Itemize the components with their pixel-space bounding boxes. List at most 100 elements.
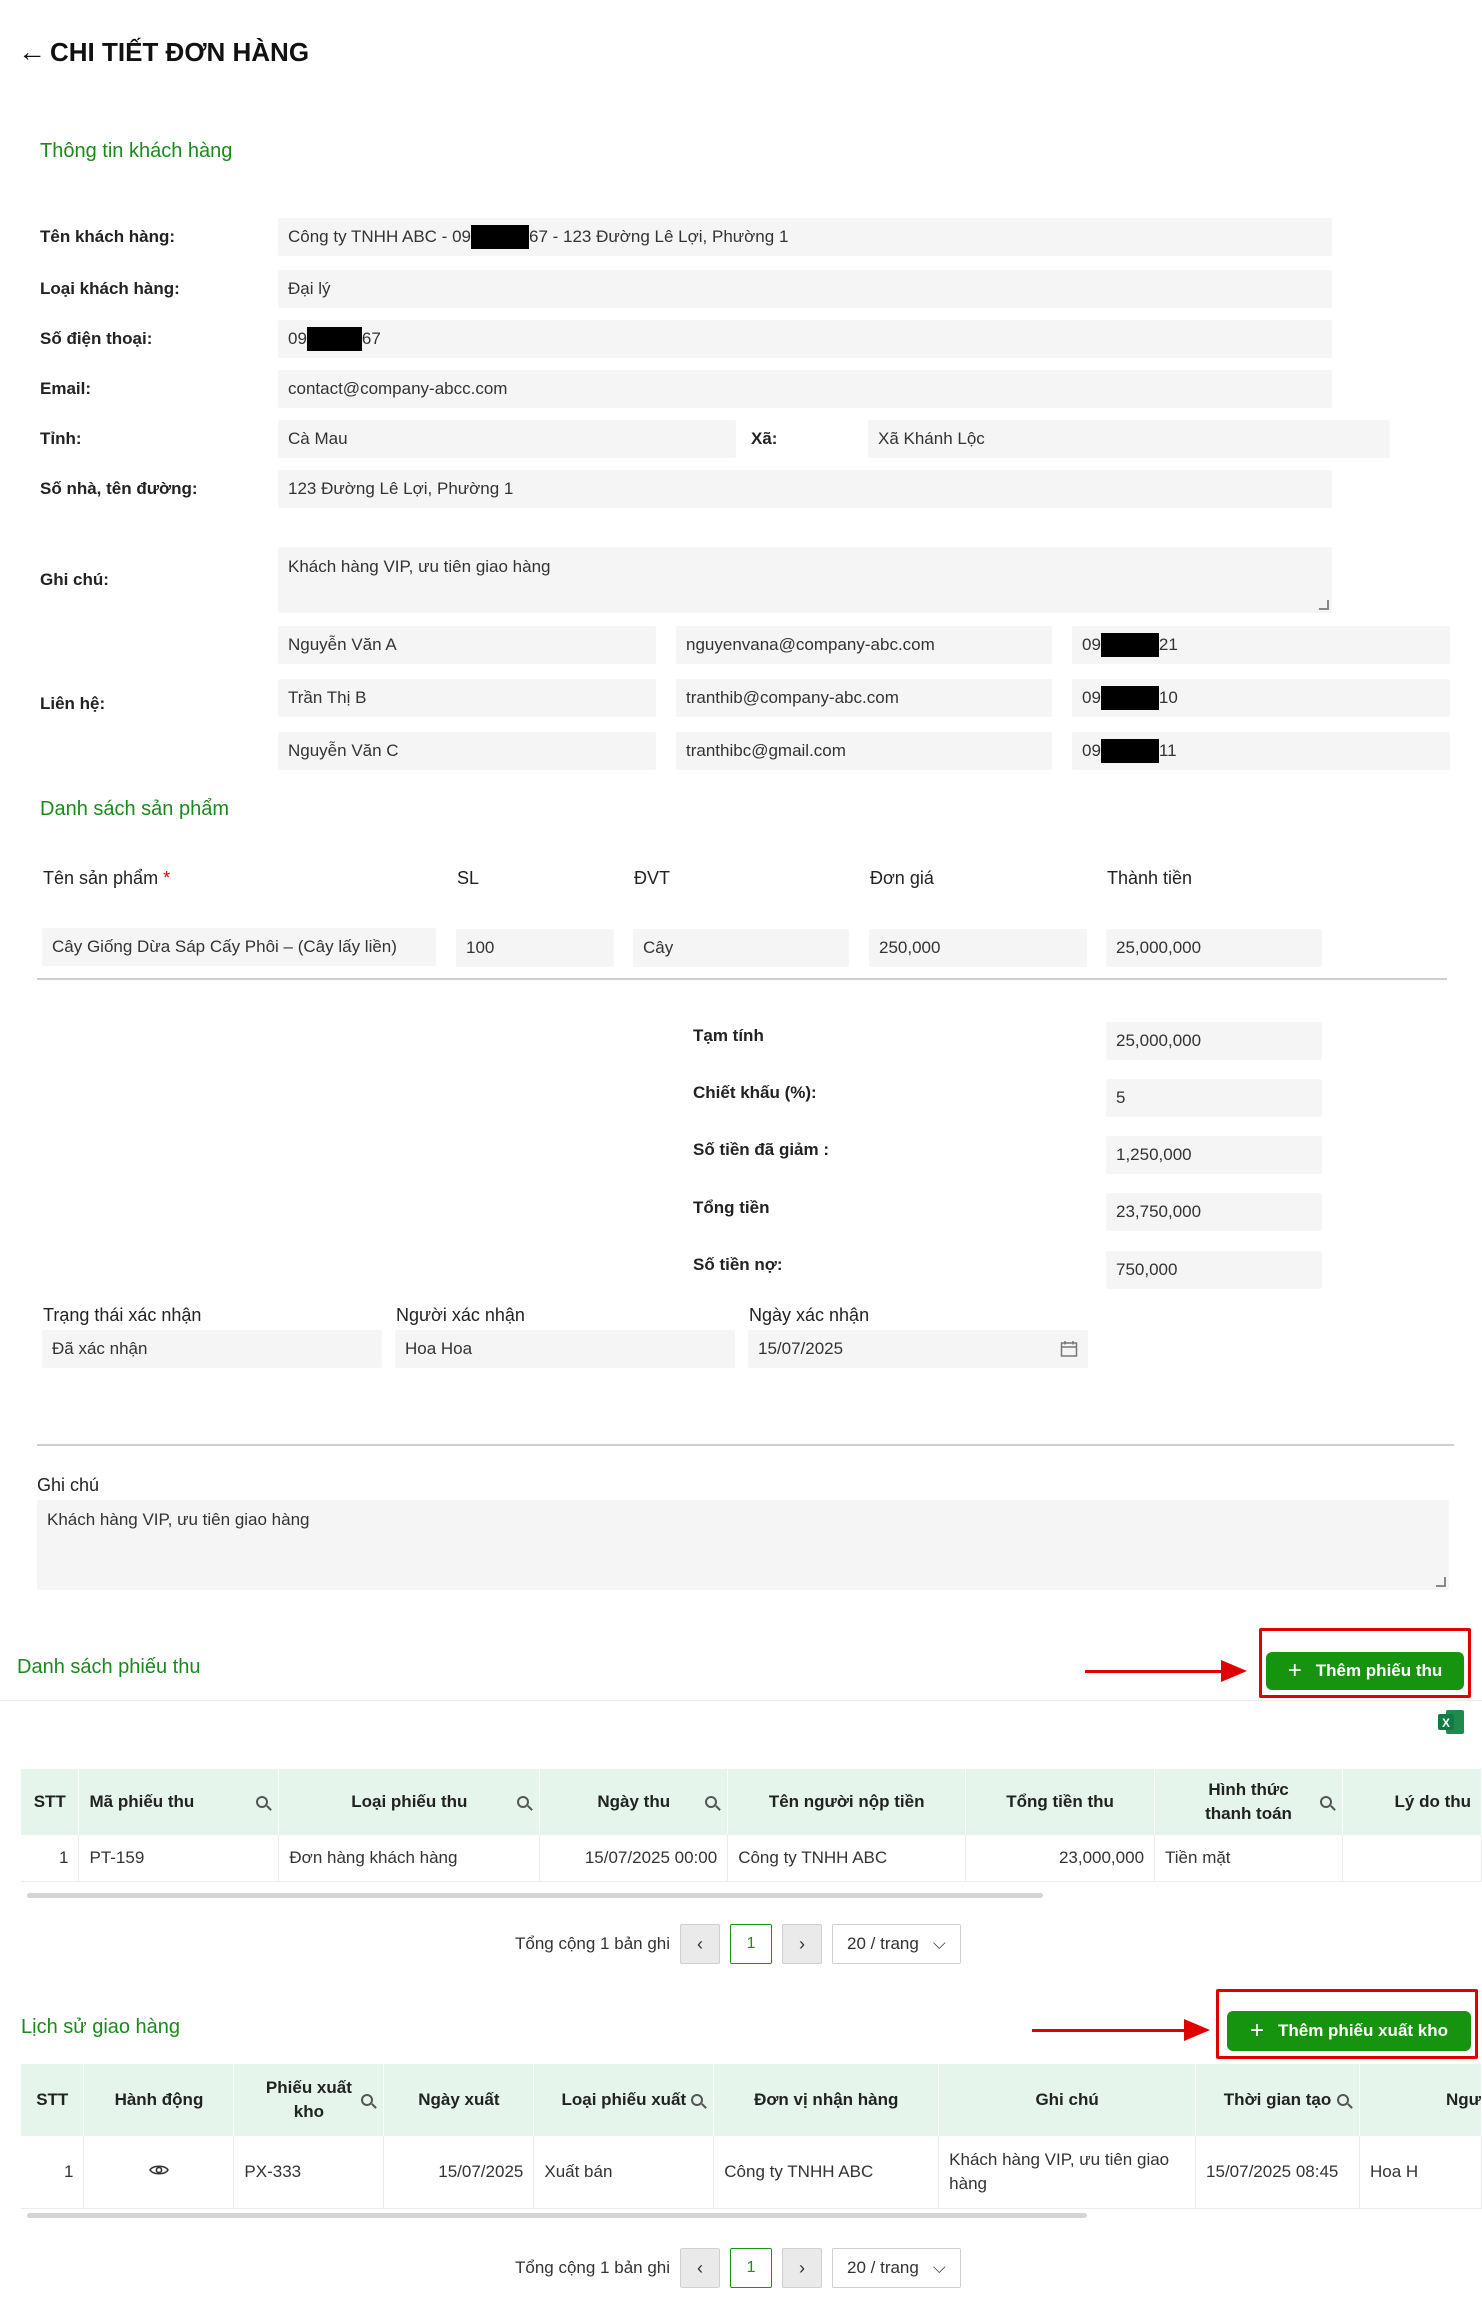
email-field[interactable]: contact@company-abcc.com: [278, 370, 1332, 408]
horizontal-scrollbar[interactable]: [27, 1893, 1043, 1898]
eye-icon[interactable]: [149, 2163, 169, 2177]
contact-name-field[interactable]: Nguyễn Văn A: [278, 626, 656, 664]
receipts-section-title: Danh sách phiếu thu: [17, 1656, 201, 1678]
customer-name-label: Tên khách hàng:: [40, 227, 176, 246]
redaction-mask: [306, 327, 362, 351]
divider: [37, 978, 1447, 980]
contact-email-field[interactable]: nguyenvana@company-abc.com: [676, 626, 1052, 664]
ward-label: Xã:: [751, 429, 778, 448]
resize-handle-icon[interactable]: [1436, 1577, 1446, 1587]
price-header: Đơn giá: [870, 868, 934, 888]
discount-amount-label: Số tiền đã giảm :: [693, 1140, 830, 1159]
contact-phone-field[interactable]: 09 21: [1072, 626, 1450, 664]
column-header[interactable]: Loại phiếu thu: [278, 1769, 541, 1835]
total-field[interactable]: 25,000,000: [1106, 929, 1322, 967]
column-header: Ngư: [1359, 2064, 1482, 2136]
product-name-header: Tên sản phẩm *: [43, 868, 171, 888]
order-note-label: Ghi chú: [37, 1475, 100, 1495]
order-note-textarea[interactable]: Khách hàng VIP, ưu tiên giao hàng: [37, 1500, 1449, 1590]
add-delivery-button[interactable]: + Thêm phiếu xuất kho: [1227, 2011, 1471, 2051]
delivery-section-title: Lịch sử giao hàng: [21, 2016, 181, 2038]
column-header[interactable]: Phiếu xuất kho: [233, 2064, 385, 2136]
redaction-mask: [1100, 686, 1159, 710]
chevron-left-icon[interactable]: ‹: [680, 1924, 721, 1964]
chevron-right-icon[interactable]: ›: [782, 1924, 823, 1964]
contact-email-field[interactable]: tranthib@company-abc.com: [676, 679, 1052, 717]
annotation-arrow: [1085, 1660, 1247, 1682]
excel-icon[interactable]: X: [1436, 1707, 1466, 1737]
chevron-right-icon[interactable]: ›: [782, 2248, 823, 2288]
table-row[interactable]: 1 PT-159 Đơn hàng khách hàng 15/07/2025 …: [21, 1835, 1482, 1882]
column-header: Đơn vị nhận hàng: [713, 2064, 940, 2136]
search-icon[interactable]: [361, 2094, 374, 2106]
column-header: Ngày xuất: [383, 2064, 535, 2136]
unit-field[interactable]: Cây: [633, 929, 849, 967]
column-header[interactable]: Loại phiếu xuất: [533, 2064, 715, 2136]
search-icon[interactable]: [517, 1796, 530, 1808]
page-header: ← CHI TIẾT ĐƠN HÀNG: [18, 36, 309, 68]
column-header: Hành động: [83, 2064, 235, 2136]
receipts-table: STT Mã phiếu thu Loại phiếu thu Ngày thu…: [21, 1769, 1482, 1882]
add-receipt-button[interactable]: + Thêm phiếu thu: [1266, 1652, 1464, 1690]
column-header[interactable]: Ngày thu: [539, 1769, 729, 1835]
column-header[interactable]: Thời gian tạo: [1195, 2064, 1360, 2136]
column-header: Ghi chú: [938, 2064, 1197, 2136]
column-header: Tổng tiền thu: [965, 1769, 1156, 1835]
customer-section-title: Thông tin khách hàng: [40, 140, 233, 162]
search-icon[interactable]: [705, 1796, 718, 1808]
table-row[interactable]: 1 PX-333 15/07/2025 Xuất bán Công ty TNH…: [21, 2136, 1482, 2209]
customer-name-field[interactable]: Công ty TNHH ABC - 09 67 - 123 Đường Lê L…: [278, 218, 1332, 256]
column-header: Lý do thu: [1342, 1769, 1482, 1835]
plus-icon: +: [1287, 1657, 1302, 1684]
column-header: STT: [21, 2064, 85, 2136]
confirm-person-field[interactable]: Hoa Hoa: [395, 1330, 735, 1368]
resize-handle-icon[interactable]: [1319, 600, 1329, 610]
page-size-select[interactable]: 20 / trang ⌵: [832, 2248, 961, 2288]
qty-header: SL: [457, 868, 480, 888]
current-page[interactable]: 1: [730, 2248, 773, 2288]
note-textarea[interactable]: Khách hàng VIP, ưu tiên giao hàng: [278, 547, 1332, 613]
qty-field[interactable]: 100: [456, 929, 614, 967]
discount-field[interactable]: 5: [1106, 1079, 1322, 1117]
discount-label: Chiết khấu (%):: [693, 1083, 817, 1102]
product-name-field[interactable]: Cây Giống Dừa Sáp Cấy Phôi – (Cây lấy li…: [42, 928, 436, 966]
debt-label: Số tiền nợ:: [693, 1255, 783, 1274]
ward-field[interactable]: Xã Khánh Lộc: [868, 420, 1390, 458]
current-page[interactable]: 1: [730, 1924, 773, 1964]
contact-name-field[interactable]: Nguyễn Văn C: [278, 732, 656, 770]
search-icon[interactable]: [691, 2094, 704, 2106]
search-icon[interactable]: [1336, 2094, 1349, 2106]
divider: [37, 1444, 1454, 1446]
total-header: Thành tiền: [1107, 868, 1193, 888]
confirm-date-field[interactable]: 15/07/2025: [748, 1330, 1088, 1368]
horizontal-scrollbar[interactable]: [27, 2213, 1087, 2218]
redaction-mask: [1100, 633, 1159, 657]
column-header[interactable]: Mã phiếu thu: [78, 1769, 280, 1835]
products-section-title: Danh sách sản phẩm: [40, 798, 230, 820]
customer-type-field[interactable]: Đại lý: [278, 270, 1332, 308]
column-header[interactable]: Hình thức thanh toán: [1154, 1769, 1343, 1835]
province-field[interactable]: Cà Mau: [278, 420, 736, 458]
delivery-pagination: Tổng cộng 1 bản ghi ‹ 1 › 20 / trang ⌵: [515, 2248, 961, 2288]
back-arrow-icon[interactable]: ←: [18, 36, 46, 68]
page-size-select[interactable]: 20 / trang ⌵: [832, 1924, 961, 1964]
contact-email-field[interactable]: tranthibc@gmail.com: [676, 732, 1052, 770]
discount-amount-field: 1,250,000: [1106, 1136, 1322, 1174]
page-title: CHI TIẾT ĐƠN HÀNG: [50, 36, 310, 67]
contact-name-field[interactable]: Trần Thị B: [278, 679, 656, 717]
price-field[interactable]: 250,000: [869, 929, 1087, 967]
contact-phone-field[interactable]: 09 10: [1072, 679, 1450, 717]
confirm-date-label: Ngày xác nhận: [749, 1305, 870, 1325]
contact-phone-field[interactable]: 09 11: [1072, 732, 1450, 770]
search-icon[interactable]: [256, 1796, 269, 1808]
province-label: Tỉnh:: [40, 429, 82, 448]
chevron-left-icon[interactable]: ‹: [680, 2248, 721, 2288]
confirm-status-label: Trạng thái xác nhận: [43, 1305, 202, 1325]
search-icon[interactable]: [1320, 1796, 1332, 1808]
svg-text:X: X: [1442, 1716, 1450, 1730]
calendar-icon[interactable]: [1060, 1340, 1078, 1358]
street-field[interactable]: 123 Đường Lê Lợi, Phường 1: [278, 470, 1332, 508]
unit-header: ĐVT: [634, 868, 670, 888]
confirm-status-field[interactable]: Đã xác nhận: [42, 1330, 382, 1368]
phone-field[interactable]: 09 67: [278, 320, 1332, 358]
